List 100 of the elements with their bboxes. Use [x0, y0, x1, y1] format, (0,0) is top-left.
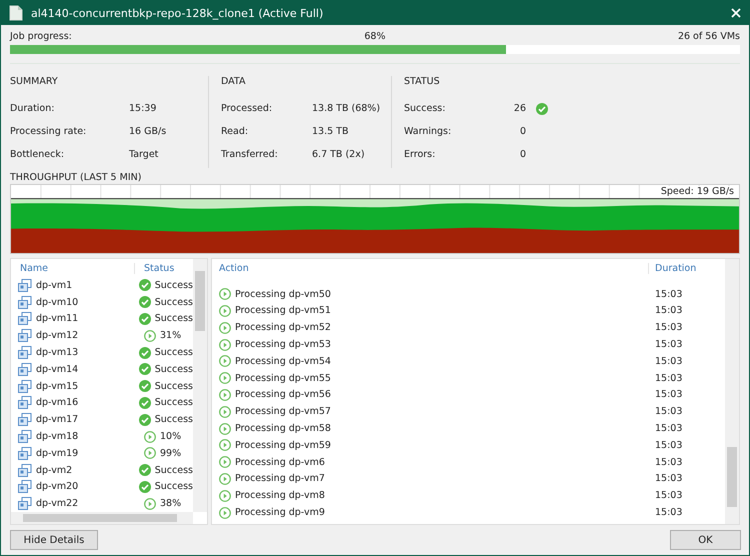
vm-icon [18, 380, 32, 393]
play-circle-icon [219, 304, 231, 317]
vm-name[interactable]: dp-vm14 [36, 364, 78, 375]
vm-status: 10% [160, 431, 182, 442]
vm-icon [18, 296, 32, 309]
play-circle-icon [219, 456, 231, 468]
ok-button[interactable]: OK [670, 530, 741, 550]
section-heading: DATA [221, 76, 246, 89]
action-text: Processing dp-vm58 [235, 423, 332, 434]
vm-name[interactable]: dp-vm13 [36, 347, 78, 358]
vm-icon [18, 278, 32, 292]
check-circle-icon [138, 279, 151, 292]
action-text: Processing dp-vm53 [235, 339, 332, 350]
hide-details-button[interactable]: Hide Details [10, 530, 98, 550]
action-text: Processing dp-vm9 [235, 507, 326, 518]
check-circle-icon [138, 296, 151, 308]
vm-name[interactable]: dp-vm2 [36, 464, 72, 476]
vm-icon [18, 446, 32, 460]
play-circle-icon [144, 430, 156, 443]
vm-name[interactable]: dp-vm11 [36, 313, 78, 324]
stat-value: 6.7 TB (2x) [312, 149, 365, 160]
check-circle-icon [138, 480, 151, 493]
stat-label: Processed: [221, 103, 274, 114]
play-circle-icon [219, 338, 231, 351]
vm-name[interactable]: dp-vm18 [36, 431, 78, 442]
action-duration: 15:03 [654, 473, 684, 484]
action-duration: 15:03 [654, 356, 684, 367]
progress-label: Job progress: [10, 30, 72, 42]
section-heading: SUMMARY [10, 76, 59, 89]
scrollbar[interactable] [11, 512, 193, 524]
vm-name[interactable]: dp-vm17 [36, 414, 78, 426]
vm-status: Success [154, 481, 193, 492]
check-circle-icon [138, 396, 151, 409]
check-circle-icon [138, 312, 151, 325]
stat-label: Transferred: [221, 149, 279, 160]
stat-value: 16 GB/s [129, 126, 166, 137]
stat-label: Read: [221, 126, 250, 137]
vm-status: Success [154, 464, 193, 476]
vm-status: 31% [160, 330, 182, 342]
vm-status: Success [154, 296, 193, 308]
stat-label: Processing rate: [10, 126, 88, 137]
vm-name[interactable]: dp-vm10 [36, 296, 78, 308]
action-text: Processing dp-vm55 [235, 372, 332, 384]
action-duration: 15:03 [654, 389, 684, 400]
play-circle-icon [219, 490, 231, 502]
check-circle-icon [138, 363, 151, 376]
vm-icon [18, 464, 32, 477]
action-text: Processing dp-vm52 [235, 322, 332, 334]
scrollbar[interactable] [193, 259, 207, 512]
vm-name[interactable]: dp-vm12 [36, 330, 78, 342]
action-text: Processing dp-vm6 [235, 456, 326, 468]
vm-name[interactable]: dp-vm22 [36, 498, 78, 510]
section-heading: THROUGHPUT (LAST 5 MIN) [10, 172, 142, 184]
vm-status: Success [154, 414, 193, 426]
column-header[interactable]: Action [212, 262, 648, 274]
speed-label: Speed: 19 GB/s [658, 186, 736, 197]
action-duration: 15:03 [654, 507, 684, 518]
play-circle-icon [219, 288, 231, 300]
play-circle-icon [219, 472, 231, 485]
action-duration: 15:03 [654, 406, 684, 418]
document-icon [9, 5, 23, 21]
column-header[interactable]: Name [11, 262, 135, 274]
stat-value: 13.5 TB [312, 126, 348, 137]
vm-name[interactable]: dp-vm16 [36, 397, 78, 408]
play-circle-icon [219, 439, 231, 452]
vm-icon [18, 413, 32, 426]
play-circle-icon [219, 406, 231, 418]
play-circle-icon [219, 355, 231, 368]
play-circle-icon [144, 330, 156, 342]
close-icon[interactable] [731, 8, 741, 18]
stat-value: 0 [518, 126, 526, 137]
action-duration: 15:03 [654, 490, 684, 502]
play-circle-icon [144, 498, 156, 510]
stat-label: Bottleneck: [10, 149, 66, 160]
action-duration: 15:03 [654, 456, 684, 468]
action-duration: 15:03 [654, 288, 684, 300]
action-text: Processing dp-vm51 [235, 305, 332, 316]
check-circle-icon [138, 464, 151, 476]
stat-value: 26 [512, 103, 526, 114]
vm-icon [18, 480, 32, 494]
stat-value: Target [129, 149, 158, 160]
action-text: Processing dp-vm50 [235, 288, 332, 300]
stat-value: 0 [518, 149, 526, 160]
vm-name[interactable]: dp-vm15 [36, 380, 78, 392]
scrollbar[interactable] [725, 259, 739, 524]
play-circle-icon [219, 422, 231, 435]
check-circle-icon [138, 414, 151, 426]
action-text: Processing dp-vm8 [235, 490, 326, 502]
stat-label: Errors: [404, 149, 436, 160]
action-duration: 15:03 [654, 305, 684, 316]
vm-name[interactable]: dp-vm1 [36, 280, 72, 291]
play-circle-icon [219, 322, 231, 334]
action-text: Processing dp-vm59 [235, 440, 332, 451]
vm-name[interactable]: dp-vm20 [36, 481, 78, 492]
vm-status: Success [154, 380, 193, 392]
action-duration: 15:03 [654, 339, 684, 350]
column-header[interactable]: Status [135, 262, 174, 274]
action-duration: 15:03 [654, 423, 684, 434]
vm-status: Success [154, 347, 193, 358]
vm-name[interactable]: dp-vm19 [36, 448, 78, 459]
